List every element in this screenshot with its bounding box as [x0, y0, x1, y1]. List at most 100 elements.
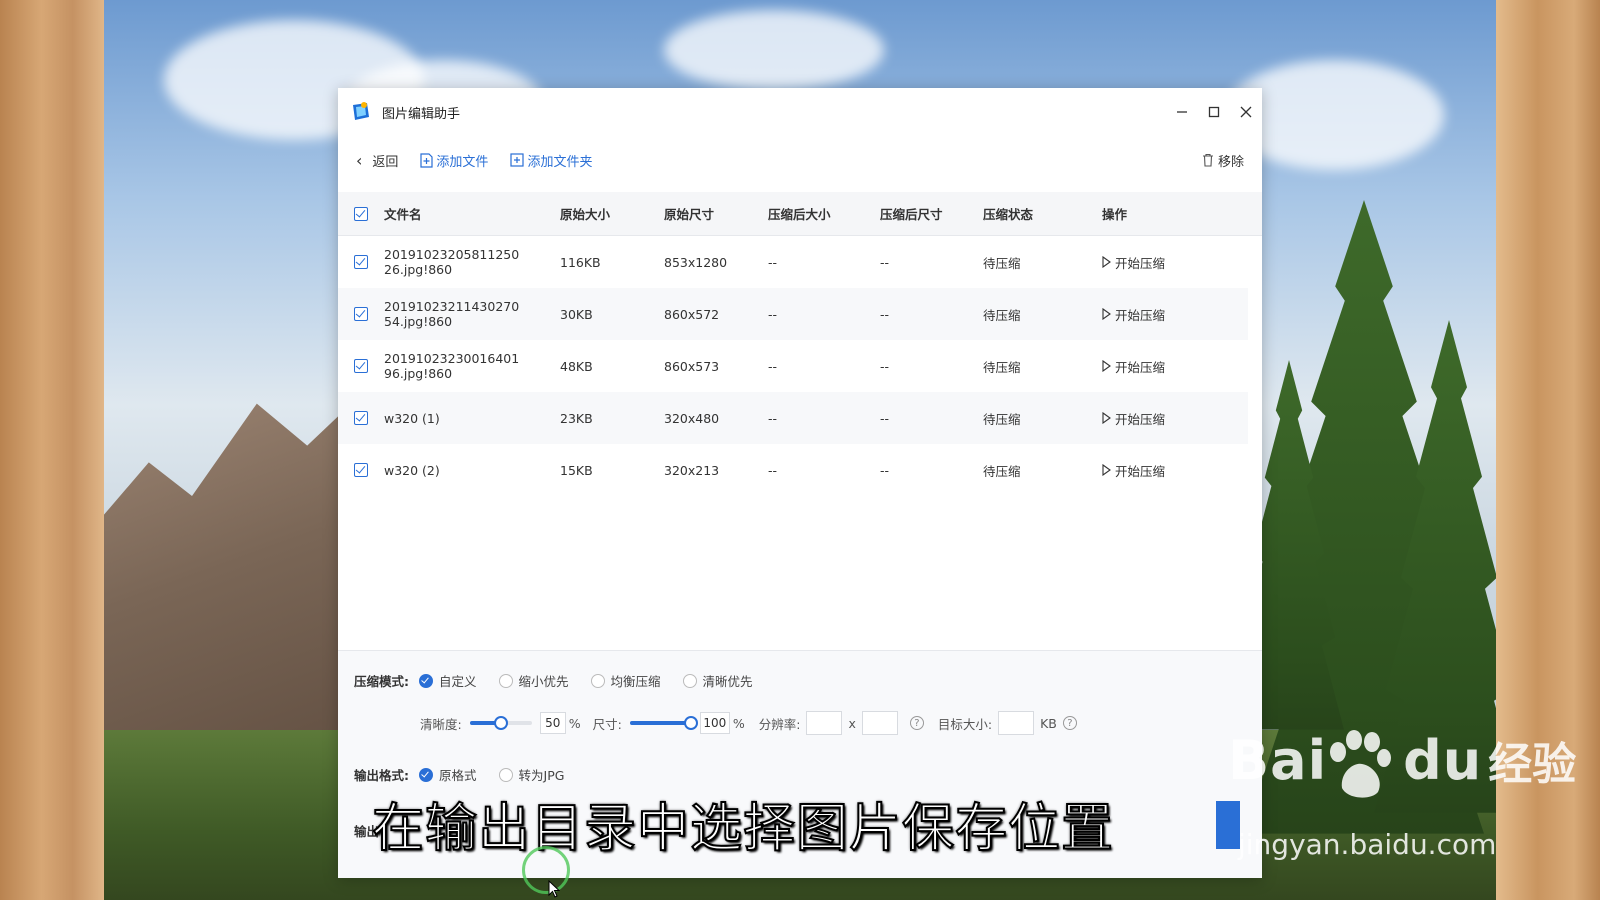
header-compressed-size: 压缩后大小: [768, 207, 831, 222]
compressed-dimensions: --: [880, 254, 890, 270]
watermark-jingyan: 经验: [1488, 739, 1577, 790]
compress-status: 待压缩: [983, 307, 1021, 323]
compress-mode-label: 压缩模式:: [354, 674, 409, 689]
clarity-slider[interactable]: [469, 716, 532, 730]
window-title: 图片编辑助手: [382, 106, 461, 122]
add-file-button[interactable]: 添加文件: [420, 151, 488, 170]
remove-label: 移除: [1217, 154, 1244, 170]
help-icon[interactable]: ?: [909, 716, 924, 730]
compressed-size: --: [768, 410, 778, 426]
header-original-dimensions: 原始尺寸: [664, 207, 715, 222]
header-filename: 文件名: [384, 207, 422, 222]
target-size-input[interactable]: [998, 711, 1035, 735]
original-dimensions: 320x480: [664, 410, 720, 426]
clarity-label: 清晰度:: [420, 716, 462, 732]
toolbar: ‹ 返回 添加文件 添加文件夹 移除: [338, 136, 1262, 184]
file-name: 20191023205811250 26.jpg!860: [384, 247, 520, 277]
size-slider-handle[interactable]: [683, 716, 698, 730]
add-file-icon: [420, 152, 434, 168]
play-icon: [1102, 256, 1111, 268]
add-folder-button[interactable]: 添加文件夹: [510, 151, 592, 170]
select-all-checkbox[interactable]: [354, 206, 368, 221]
add-folder-icon: [510, 153, 525, 167]
mouse-cursor-icon: [548, 880, 560, 898]
output-format-label: 输出格式:: [354, 768, 409, 783]
table-row: 20191023230016401 96.jpg!860 48KB 860x57…: [338, 340, 1248, 392]
start-compress-label: 开始压缩: [1115, 463, 1166, 479]
mode-radio-clarity-first[interactable]: 清晰优先: [682, 671, 753, 690]
watermark-du: du: [1403, 729, 1483, 792]
back-button[interactable]: ‹ 返回: [356, 151, 398, 170]
start-compress-label: 开始压缩: [1115, 307, 1166, 323]
compress-status: 待压缩: [983, 255, 1021, 271]
header-status: 压缩状态: [983, 207, 1034, 222]
original-size: 30KB: [560, 306, 593, 322]
start-compress-label: 开始压缩: [1115, 359, 1166, 375]
app-logo-icon: [353, 102, 369, 120]
compressed-size: --: [768, 306, 778, 322]
clarity-percent: %: [568, 715, 581, 731]
clarity-slider-handle[interactable]: [493, 716, 508, 730]
start-compress-label: 开始压缩: [1115, 411, 1166, 427]
file-name: w320 (1): [384, 410, 440, 426]
click-indicator: [522, 846, 570, 894]
row-checkbox[interactable]: [354, 463, 368, 477]
mode-radio-balanced[interactable]: 均衡压缩: [590, 671, 661, 690]
mode-radio-size-first[interactable]: 缩小优先: [498, 671, 569, 690]
close-button[interactable]: [1230, 88, 1262, 136]
file-name: 20191023230016401 96.jpg!860: [384, 351, 520, 381]
help-icon[interactable]: ?: [1062, 716, 1077, 730]
maximize-icon: [1208, 106, 1220, 118]
size-percent: %: [732, 715, 745, 731]
play-icon: [1102, 360, 1111, 372]
play-icon: [1102, 412, 1111, 424]
watermark-brand: Bai: [1228, 729, 1328, 792]
size-slider[interactable]: [629, 716, 698, 730]
close-icon: [1240, 106, 1252, 118]
start-compress-button[interactable]: 开始压缩: [1102, 409, 1242, 428]
size-input[interactable]: 100: [699, 712, 730, 734]
title-bar: 图片编辑助手: [338, 88, 1262, 136]
start-compress-button[interactable]: 开始压缩: [1102, 461, 1242, 480]
start-all-button[interactable]: [1216, 801, 1240, 849]
chevron-left-icon: ‹: [356, 150, 363, 170]
start-compress-button[interactable]: 开始压缩: [1102, 253, 1242, 272]
minimize-icon: [1177, 111, 1187, 113]
mode-radio-custom[interactable]: 自定义: [419, 671, 477, 690]
format-radio-jpg[interactable]: 转为JPG: [498, 765, 564, 784]
trash-icon: [1202, 153, 1213, 167]
compressed-size: --: [768, 358, 778, 374]
minimize-button[interactable]: [1166, 88, 1198, 136]
table-row: w320 (1) 23KB 320x480 -- -- 待压缩 开始压缩: [338, 392, 1248, 444]
resolution-label: 分辨率:: [758, 716, 801, 732]
header-compressed-dimensions: 压缩后尺寸: [880, 207, 943, 222]
start-compress-button[interactable]: 开始压缩: [1102, 357, 1242, 376]
app-window: 图片编辑助手 ‹ 返回 添加文件 添加文件夹 移除 文件名 原始大小 原始尺寸 …: [338, 88, 1262, 878]
back-label: 返回: [372, 154, 399, 170]
compressed-dimensions: --: [880, 358, 890, 374]
original-size: 23KB: [560, 410, 593, 426]
resolution-height-input[interactable]: [861, 711, 898, 735]
video-subtitle: 在输出目录中选择图片保存位置: [371, 798, 1115, 860]
original-dimensions: 853x1280: [664, 254, 728, 270]
original-size: 116KB: [560, 254, 601, 270]
format-radio-original[interactable]: 原格式: [419, 765, 477, 784]
original-size: 15KB: [560, 462, 593, 478]
original-dimensions: 320x213: [664, 462, 720, 478]
add-file-label: 添加文件: [436, 154, 489, 170]
resolution-width-input[interactable]: [806, 711, 843, 735]
start-compress-button[interactable]: 开始压缩: [1102, 305, 1242, 324]
row-checkbox[interactable]: [354, 307, 368, 321]
row-checkbox[interactable]: [354, 359, 368, 373]
clarity-input[interactable]: 50: [539, 712, 566, 734]
baidu-watermark: Bai du 经验: [1228, 728, 1576, 792]
maximize-button[interactable]: [1198, 88, 1230, 136]
watermark-url: jingyan.baidu.com: [1238, 828, 1497, 861]
row-checkbox[interactable]: [354, 255, 368, 269]
compress-status: 待压缩: [983, 411, 1021, 427]
compressed-dimensions: --: [880, 462, 890, 478]
row-checkbox[interactable]: [354, 411, 368, 425]
play-icon: [1102, 308, 1111, 320]
remove-button[interactable]: 移除: [1202, 151, 1244, 170]
compress-mode-row: 压缩模式: 自定义 缩小优先 均衡压缩 清晰优先: [354, 671, 775, 690]
